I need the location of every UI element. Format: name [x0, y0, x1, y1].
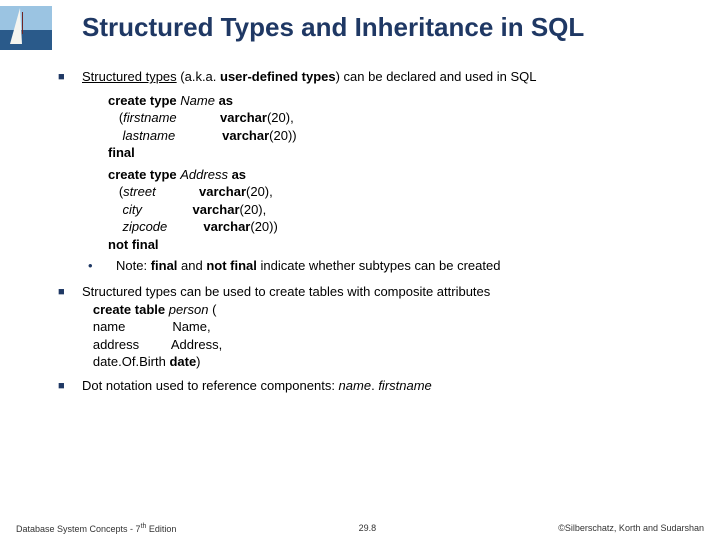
code-block-name-type: create type Name as (firstname varchar(2… — [108, 92, 696, 162]
slide-body: ■ Structured types (a.k.a. user-defined … — [0, 50, 720, 394]
bullet-square-icon: ■ — [58, 283, 82, 371]
footer-center: 29.8 — [359, 523, 377, 534]
bullet-2-text: Structured types can be used to create t… — [82, 283, 696, 371]
footer-left: Database System Concepts - 7th Edition — [16, 523, 176, 534]
bullet-square-icon: ■ — [58, 377, 82, 395]
bullet-3-text: Dot notation used to reference component… — [82, 377, 696, 395]
slide-footer: Database System Concepts - 7th Edition 2… — [0, 523, 720, 534]
bullet-2: ■ Structured types can be used to create… — [58, 283, 696, 371]
bullet-3: ■ Dot notation used to reference compone… — [58, 377, 696, 395]
note-text: Note: final and not final indicate wheth… — [116, 257, 500, 275]
bullet-1: ■ Structured types (a.k.a. user-defined … — [58, 68, 696, 86]
bullet-dot-icon: • — [88, 257, 116, 275]
slide-title: Structured Types and Inheritance in SQL — [82, 12, 584, 43]
bullet-1-text: Structured types (a.k.a. user-defined ty… — [82, 68, 696, 86]
slide-header: Structured Types and Inheritance in SQL — [0, 0, 720, 50]
bullet-square-icon: ■ — [58, 68, 82, 86]
book-thumbnail — [0, 6, 52, 50]
code-block-address-type: create type Address as (street varchar(2… — [108, 166, 696, 254]
footer-right: ©Silberschatz, Korth and Sudarshan — [558, 523, 704, 534]
sub-bullet-note: • Note: final and not final indicate whe… — [88, 257, 696, 275]
